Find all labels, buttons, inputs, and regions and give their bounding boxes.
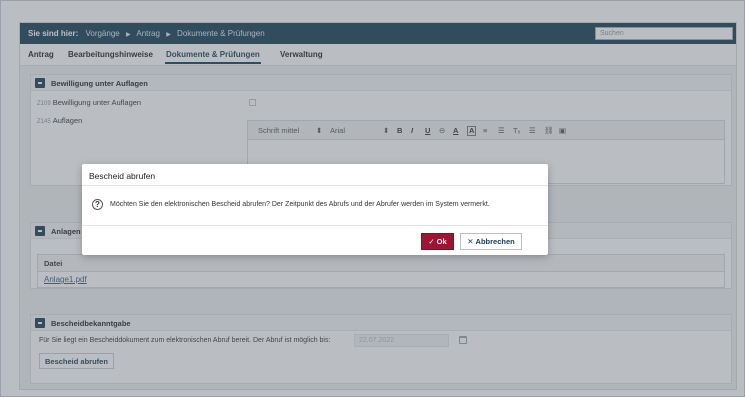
ok-label: Ok xyxy=(436,237,447,246)
dialog-header: Bescheid abrufen xyxy=(82,164,548,186)
dialog-message: Möchten Sie den elektronischen Bescheid … xyxy=(110,201,490,208)
dialog-title: Bescheid abrufen xyxy=(89,171,156,181)
dialog-body: ? Möchten Sie den elektronischen Beschei… xyxy=(82,186,548,226)
checkmark-icon: ✓ xyxy=(428,237,435,246)
bescheid-abrufen-dialog: Bescheid abrufen ? Möchten Sie den elekt… xyxy=(82,164,548,255)
cancel-button[interactable]: ✕ Abbrechen xyxy=(460,233,522,250)
question-icon: ? xyxy=(92,199,103,210)
ok-button[interactable]: ✓ Ok xyxy=(421,233,454,250)
cancel-label: Abbrechen xyxy=(475,237,515,246)
close-icon: ✕ xyxy=(467,237,474,246)
